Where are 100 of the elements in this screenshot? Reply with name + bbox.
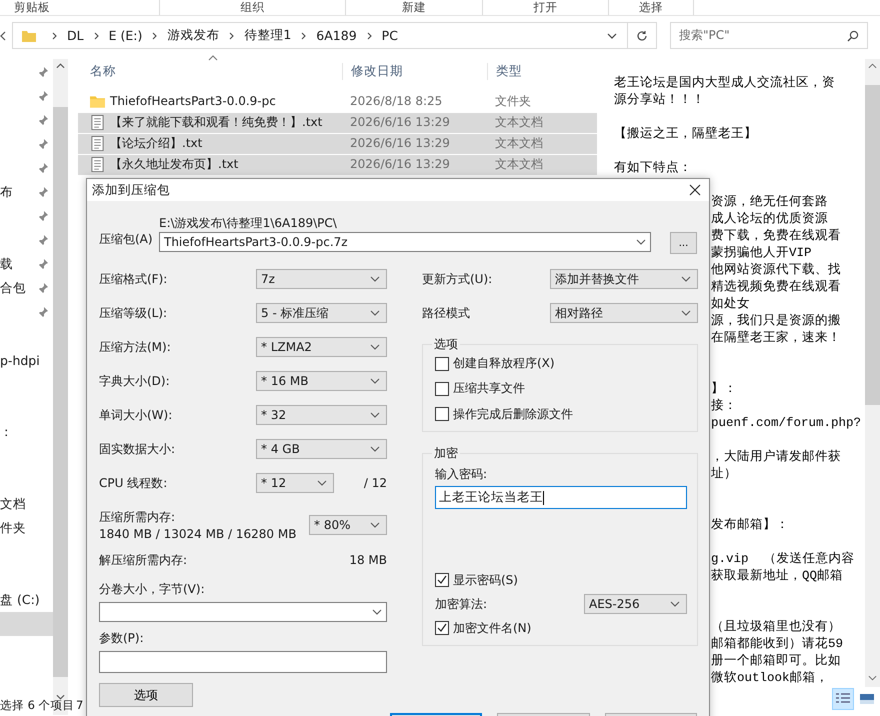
dropdown[interactable]: 5 - 标准压缩 bbox=[256, 303, 387, 323]
nav-item-label[interactable]: 件夹 bbox=[0, 520, 26, 536]
file-date: 2026/6/16 13:29 bbox=[349, 157, 451, 172]
nav-item-label[interactable]: p-hdpi bbox=[0, 352, 40, 368]
breadcrumb[interactable]: PC bbox=[382, 28, 398, 43]
field-label: 压缩等级(L): bbox=[99, 304, 168, 322]
search-field[interactable]: 搜索"PC" bbox=[670, 22, 868, 49]
breadcrumb[interactable]: 6A189 bbox=[316, 28, 357, 43]
preview-text: 】： bbox=[711, 382, 737, 396]
nav-item-label[interactable]: 盘 (C:) bbox=[0, 592, 40, 608]
preview-text: 精选视频免费在线观看 bbox=[711, 280, 841, 294]
preview-text: 蒙拐骗他人开VIP bbox=[711, 246, 812, 260]
file-date: 2026/6/16 13:29 bbox=[349, 115, 451, 130]
nav-item-label[interactable]: 布 bbox=[0, 184, 13, 200]
file-date: 2026/6/16 13:29 bbox=[349, 136, 451, 151]
dropdown[interactable]: * 12 bbox=[256, 473, 334, 493]
preview-text: 费下载，免费在线观看 bbox=[711, 229, 841, 243]
column-header[interactable]: 名称 bbox=[78, 63, 342, 80]
file-name: 【永久地址发布页】.txt bbox=[110, 157, 238, 172]
file-type: 文本文档 bbox=[494, 136, 544, 151]
checkbox[interactable]: 显示密码(S) bbox=[435, 571, 687, 589]
password-field[interactable]: 上老王论坛当老王 bbox=[435, 486, 687, 509]
field-label: 字典大小(D): bbox=[99, 372, 171, 390]
dropdown[interactable]: 相对路径 bbox=[550, 303, 698, 323]
ribbon-group-label: 选择 bbox=[639, 0, 663, 14]
ribbon-group-label: 打开 bbox=[534, 0, 558, 14]
nav-item-label[interactable]: 文档 bbox=[0, 496, 26, 512]
file-name: ThiefofHeartsPart3-0.0.9-pc bbox=[110, 94, 276, 109]
preview-text: 在隔壁老王家，速来！ bbox=[711, 331, 841, 345]
checkbox[interactable]: 创建自释放程序(X) bbox=[435, 355, 687, 372]
field-label: 压缩包(A) bbox=[99, 231, 154, 248]
group-title: 选项 bbox=[433, 336, 459, 353]
nav-item-label[interactable]: 载 bbox=[0, 256, 13, 272]
preview-text: 址） bbox=[711, 467, 737, 481]
address-bar[interactable]: DL E (E:) 游戏发布 待整理1 6A189 PC bbox=[12, 22, 628, 49]
checkbox[interactable]: 压缩共享文件 bbox=[435, 380, 687, 398]
nav-item-label[interactable]: ： bbox=[0, 424, 13, 440]
column-header[interactable]: 修改日期 bbox=[342, 63, 487, 80]
dropdown[interactable]: * 80% bbox=[309, 515, 387, 535]
preview-text: 微软outlook邮箱， bbox=[711, 671, 829, 685]
status-text: 7 bbox=[76, 698, 84, 712]
file-type: 文本文档 bbox=[494, 157, 544, 172]
memory-usage: 1840 MB / 13024 MB / 16280 MB bbox=[99, 527, 296, 541]
dialog-title: 添加到压缩包 bbox=[92, 182, 170, 198]
preview-text: 源，我们只是资源的搬 bbox=[711, 314, 841, 328]
preview-text: puenf.com/forum.php? bbox=[711, 416, 862, 430]
field-label: 加密算法: bbox=[435, 596, 488, 612]
preview-text: 老王论坛是国内大型成人交流社区，资 bbox=[614, 76, 835, 90]
file-name: 【来了就能下载和观看！纯免费！】.txt bbox=[110, 115, 322, 130]
preview-text: 成人论坛的优质资源 bbox=[711, 212, 828, 226]
ribbon-group-label: 剪贴板 bbox=[14, 0, 50, 14]
dropdown[interactable]: * LZMA2 bbox=[256, 337, 387, 357]
breadcrumb[interactable]: 游戏发布 bbox=[167, 27, 220, 44]
field-label: CPU 线程数: bbox=[99, 474, 168, 492]
archive-name-field[interactable]: ThiefofHeartsPart3-0.0.9-pc.7z bbox=[159, 232, 651, 252]
file-type: 文本文档 bbox=[494, 115, 544, 130]
folder-path: E:\游戏发布\待整理1\6A189\PC\ bbox=[159, 215, 338, 231]
field-label: 压缩所需内存: bbox=[99, 509, 176, 526]
field-label: 路径模式 bbox=[422, 304, 470, 322]
preview-text: （且垃圾箱里也没有） bbox=[711, 620, 841, 634]
dropdown[interactable]: * 32 bbox=[256, 405, 387, 425]
preview-text: ，大陆用户请发邮件获 bbox=[711, 450, 841, 464]
field-label: 参数(P): bbox=[99, 630, 144, 647]
field-label: 单词大小(W): bbox=[99, 406, 174, 424]
preview-text: 源分享站！！！ bbox=[614, 93, 705, 107]
dropdown[interactable]: 7z bbox=[256, 269, 387, 289]
preview-text: 资源，绝无任何套路 bbox=[711, 195, 828, 209]
checkbox[interactable]: 加密文件名(N) bbox=[435, 619, 687, 637]
preview-text: 接： bbox=[711, 399, 737, 413]
preview-text: 邮箱都能收到）请花59 bbox=[711, 637, 844, 651]
checkbox[interactable]: 操作完成后删除源文件 bbox=[435, 406, 687, 423]
breadcrumb[interactable]: E (E:) bbox=[108, 28, 142, 43]
thread-total: / 12 bbox=[364, 476, 387, 490]
breadcrumb[interactable]: DL bbox=[67, 28, 84, 43]
preview-text: 获取最新地址，QQ邮箱 bbox=[711, 569, 844, 583]
field-label: 分卷大小，字节(V): bbox=[99, 581, 205, 598]
preview-text: 发布邮箱】： bbox=[711, 518, 789, 532]
memory-value: 18 MB bbox=[349, 553, 387, 567]
breadcrumb[interactable]: 待整理1 bbox=[244, 27, 292, 44]
preview-text: 如处女 bbox=[711, 297, 750, 311]
ribbon-group-label: 组织 bbox=[240, 0, 264, 14]
preview-text: 有如下特点： bbox=[614, 161, 692, 175]
column-header[interactable]: 类型 bbox=[487, 63, 597, 80]
browse-button[interactable]: ... bbox=[670, 232, 697, 254]
field-label: 压缩格式(F): bbox=[99, 270, 168, 288]
dropdown[interactable]: * 4 GB bbox=[256, 439, 387, 459]
options-button[interactable]: 选项 bbox=[99, 683, 193, 707]
file-date: 2026/8/18 8:25 bbox=[349, 94, 444, 109]
file-type: 文件夹 bbox=[494, 94, 532, 109]
dropdown[interactable]: * 16 MB bbox=[256, 371, 387, 391]
preview-text: 【搬运之王，隔壁老王】 bbox=[614, 127, 757, 141]
field-label: 更新方式(U): bbox=[422, 270, 492, 288]
field-label: 解压缩所需内存: bbox=[99, 552, 188, 568]
dropdown[interactable]: 添加并替换文件 bbox=[550, 269, 698, 289]
file-name: 【论坛介绍】.txt bbox=[110, 136, 202, 151]
dropdown[interactable]: AES-256 bbox=[584, 594, 687, 614]
preview-text: 他网站资源代下载、找 bbox=[711, 263, 841, 277]
group-title: 加密 bbox=[433, 445, 459, 462]
field-label: 输入密码: bbox=[435, 466, 488, 482]
nav-item-label[interactable]: 合包 bbox=[0, 280, 26, 296]
